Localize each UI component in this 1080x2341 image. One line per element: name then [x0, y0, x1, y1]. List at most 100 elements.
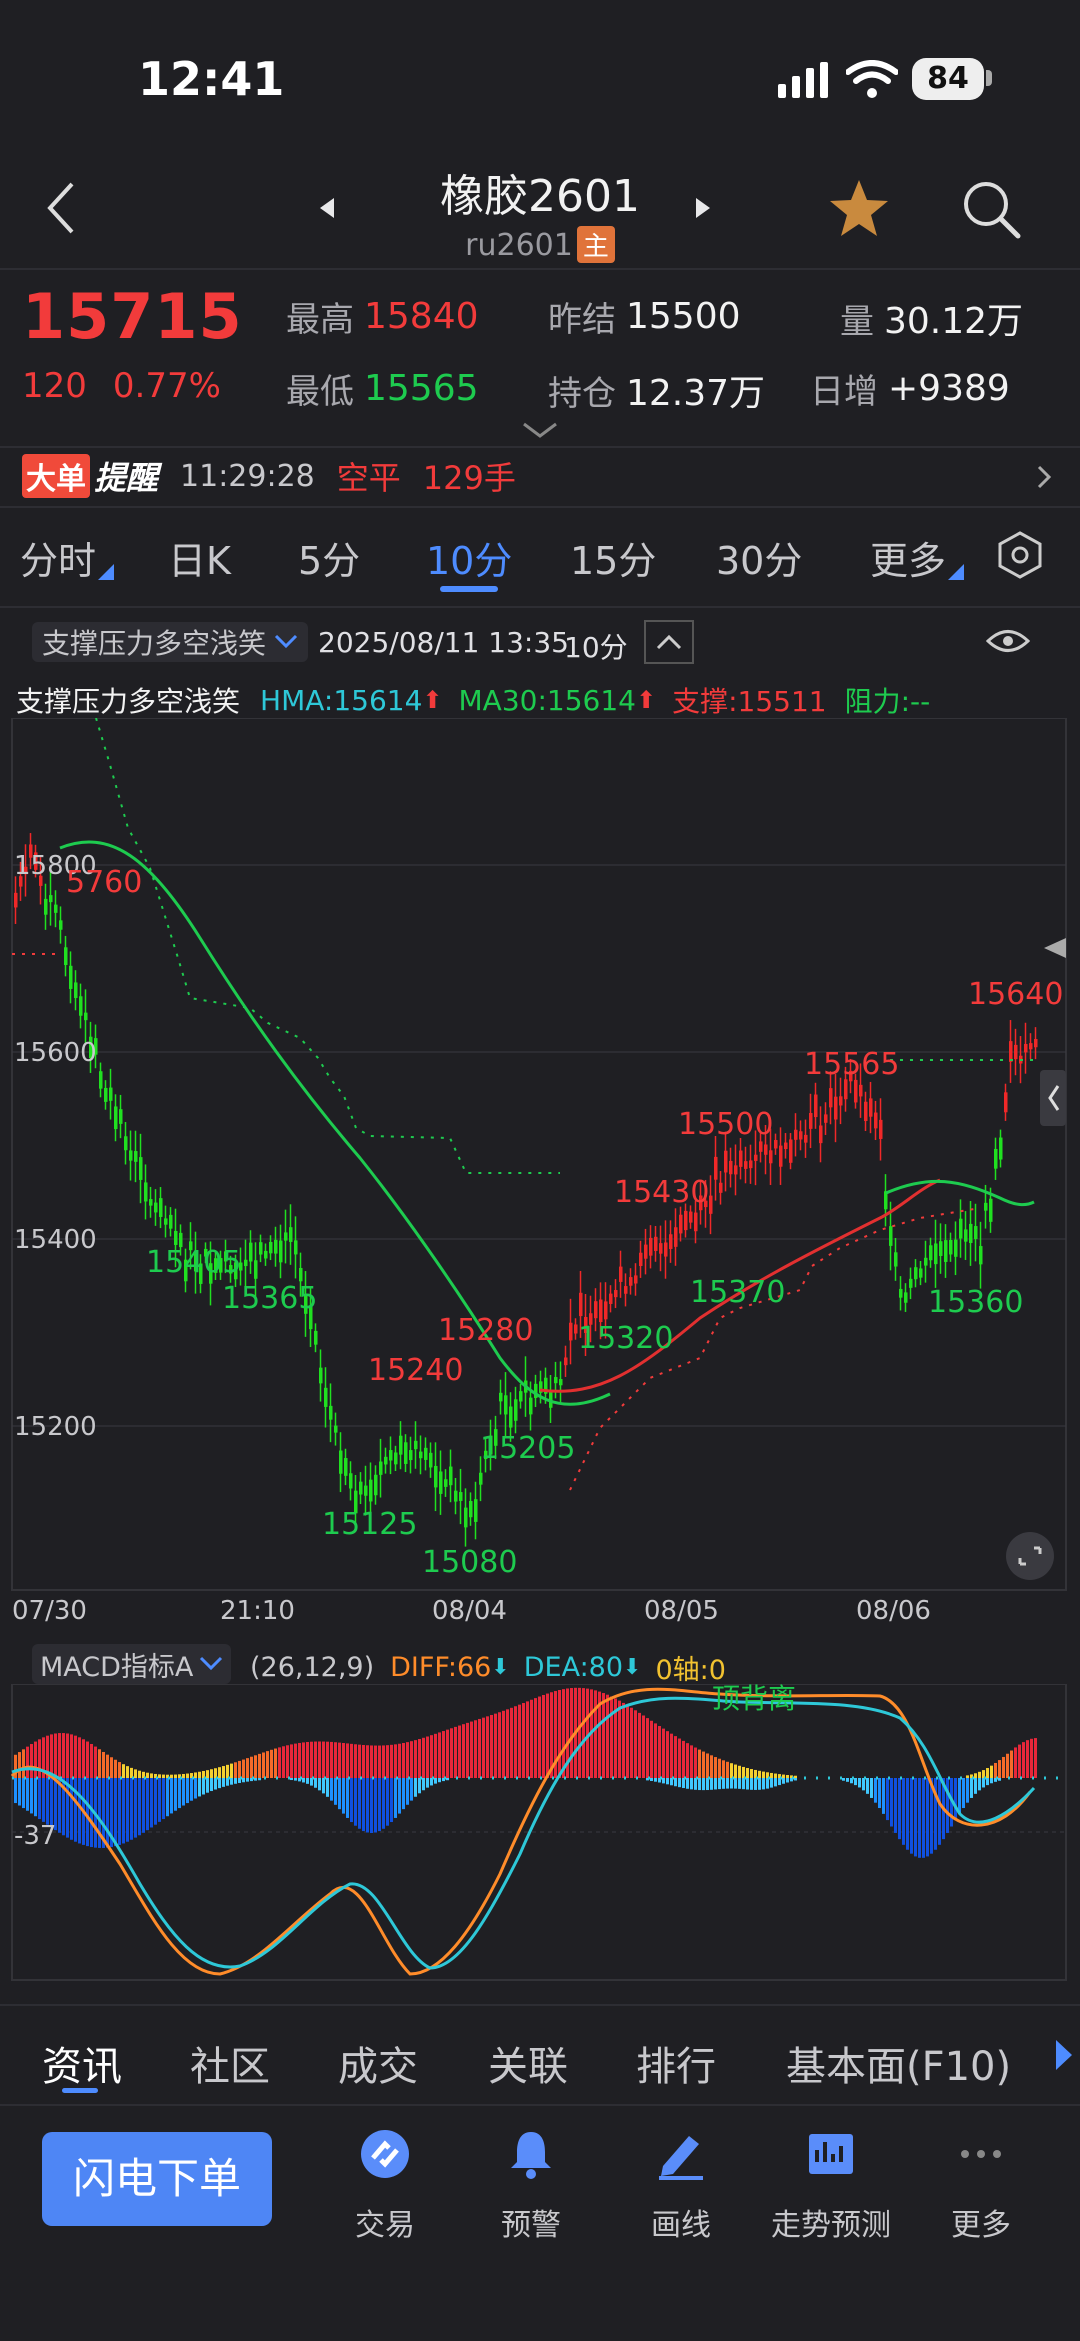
next-contract-icon[interactable] — [694, 196, 712, 220]
info-tab-trades[interactable]: 成交 — [338, 2034, 418, 2092]
annotation-label: 15405 — [146, 1245, 241, 1280]
candle-body — [144, 1182, 148, 1202]
flash-order-button[interactable]: 闪电下单 — [42, 2132, 272, 2226]
macd-bar-negative — [434, 1778, 437, 1784]
candle-body — [954, 1239, 958, 1257]
macd-bar-positive — [522, 1703, 525, 1778]
contract-title: 橡胶2601 — [440, 171, 640, 222]
macd-bar-negative — [842, 1778, 845, 1781]
macd-bar-negative — [134, 1778, 137, 1838]
nav-forecast[interactable]: 走势预测 — [756, 2128, 906, 2244]
nav-alert[interactable]: 预警 — [456, 2128, 606, 2244]
nav-trade[interactable]: 交易 — [310, 2128, 460, 2244]
macd-bar-negative — [342, 1778, 345, 1814]
macd-bar-positive — [602, 1693, 605, 1778]
candle-body — [69, 965, 73, 989]
macd-bar-negative — [918, 1778, 921, 1858]
info-tab-indicator — [62, 2088, 98, 2093]
macd-bar-positive — [698, 1749, 701, 1778]
candle-body — [314, 1330, 318, 1345]
macd-bar-positive — [374, 1745, 377, 1778]
candle-body — [324, 1387, 328, 1407]
macd-bar-negative — [914, 1778, 917, 1857]
macd-bar-positive — [206, 1770, 209, 1778]
annotation-label: 15080 — [422, 1545, 517, 1580]
tab-more[interactable]: 更多 — [870, 530, 946, 585]
alert-qty: 129手 — [422, 459, 516, 497]
candle-body — [1004, 1092, 1008, 1113]
macd-bar-positive — [738, 1765, 741, 1778]
nav-draw[interactable]: 画线 — [606, 2128, 756, 2244]
tab-timeshare[interactable]: 分时 — [20, 530, 96, 585]
macd-bar-negative — [254, 1778, 257, 1781]
macd-bar-positive — [226, 1764, 229, 1778]
info-tab-related[interactable]: 关联 — [488, 2034, 568, 2092]
alert-arrow-icon[interactable] — [1036, 464, 1052, 490]
settings-hexagon-icon[interactable] — [996, 530, 1044, 580]
macd-bar-positive — [678, 1738, 681, 1778]
macd-bar-positive — [366, 1745, 369, 1778]
candle-body — [79, 996, 83, 1016]
macd-bar-positive — [978, 1771, 981, 1778]
macd-select[interactable]: MACD指标A — [32, 1644, 232, 1684]
candle-body — [729, 1160, 733, 1175]
candle-body — [674, 1227, 678, 1247]
macd-bar-negative — [78, 1778, 81, 1844]
macd-bar-negative — [406, 1778, 409, 1805]
info-tab-ranking[interactable]: 排行 — [636, 2034, 716, 2092]
candle-body — [479, 1472, 483, 1485]
macd-bar-positive — [786, 1774, 789, 1778]
tabs-scroll-right-icon[interactable] — [1054, 2038, 1074, 2072]
macd-chart[interactable]: -37 顶背离 — [0, 1684, 1080, 1984]
fullscreen-button[interactable] — [1006, 1532, 1054, 1580]
macd-bar-negative — [138, 1778, 141, 1836]
tab-30min[interactable]: 30分 — [716, 530, 802, 585]
macd-bar-positive — [558, 1690, 561, 1778]
macd-bar-negative — [154, 1778, 157, 1825]
collapse-up-icon[interactable] — [644, 620, 694, 664]
macd-bar-negative — [230, 1778, 233, 1785]
candle-body — [869, 1098, 873, 1117]
bell-icon — [511, 2132, 551, 2179]
macd-bar-positive — [494, 1713, 497, 1778]
status-time: 12:41 — [138, 52, 285, 106]
macd-bar-positive — [542, 1695, 545, 1778]
tab-daily[interactable]: 日K — [168, 530, 231, 585]
tab-5min[interactable]: 5分 — [298, 530, 360, 585]
indicator-select[interactable]: 支撑压力多空浅笑 — [32, 622, 309, 662]
favorite-star-icon[interactable] — [828, 178, 890, 238]
macd-bar-positive — [234, 1762, 237, 1778]
side-panel-handle[interactable] — [1040, 1070, 1066, 1126]
macd-bar-negative — [650, 1778, 653, 1781]
bar-period: 10分 — [564, 631, 628, 664]
candlestick-chart[interactable]: 15800 15600 15400 15200 5760 15405 15365… — [0, 718, 1080, 1598]
info-tab-community[interactable]: 社区 — [190, 2034, 270, 2092]
macd-bar-negative — [142, 1778, 145, 1833]
candle-body — [349, 1473, 353, 1489]
eye-icon[interactable] — [986, 626, 1030, 656]
macd-bar-negative — [150, 1778, 153, 1828]
candle-body — [764, 1144, 768, 1155]
macd-bar-positive — [646, 1718, 649, 1778]
expand-chevron-icon[interactable] — [522, 420, 558, 440]
search-icon[interactable] — [960, 178, 1022, 240]
macd-bar-positive — [594, 1690, 597, 1778]
tab-15min[interactable]: 15分 — [570, 530, 656, 585]
macd-bar-positive — [666, 1731, 669, 1778]
macd-bar-positive — [162, 1774, 165, 1778]
macd-bar-positive — [534, 1698, 537, 1778]
candle-body — [169, 1214, 173, 1229]
big-order-alert[interactable]: 大单 提醒 11:29:28 空平 129手 — [22, 454, 516, 498]
dea-down-arrow-icon: ⬇ — [623, 1655, 642, 1680]
macd-bar-positive — [110, 1757, 113, 1778]
tab-more-dropdown-icon — [948, 564, 964, 580]
macd-bar-positive — [630, 1707, 633, 1778]
info-tab-fundamentals[interactable]: 基本面(F10) — [786, 2034, 1011, 2092]
tab-10min[interactable]: 10分 — [426, 530, 512, 585]
candle-body — [499, 1392, 503, 1402]
volume-field: 量 30.12万 — [840, 292, 1023, 344]
nav-more[interactable]: 更多 — [906, 2128, 1056, 2244]
candle-body — [659, 1243, 663, 1254]
candle-body — [59, 920, 63, 930]
info-tab-news[interactable]: 资讯 — [42, 2034, 122, 2092]
